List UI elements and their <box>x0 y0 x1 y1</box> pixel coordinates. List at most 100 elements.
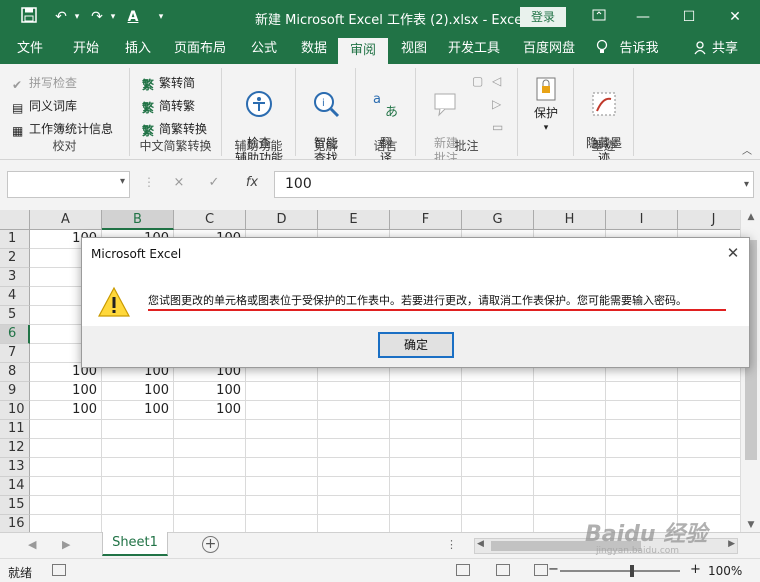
cell-f13[interactable] <box>390 458 462 477</box>
zoom-slider[interactable] <box>560 570 680 572</box>
row-header-8[interactable]: 8 <box>0 363 30 382</box>
redo-dropdown-icon[interactable]: ▾ <box>102 7 124 27</box>
column-header-e[interactable]: E <box>318 210 390 230</box>
column-header-b[interactable]: B <box>102 210 174 230</box>
cell-h10[interactable] <box>534 401 606 420</box>
cell-b12[interactable] <box>102 439 174 458</box>
undo-dropdown-icon[interactable]: ▾ <box>66 7 88 27</box>
cell-a9[interactable]: 100 <box>30 382 102 401</box>
cell-g15[interactable] <box>462 496 534 515</box>
sheet-prev-icon[interactable]: ◀ <box>28 538 36 551</box>
previous-comment-icon[interactable]: ◁ <box>492 74 501 88</box>
cell-e12[interactable] <box>318 439 390 458</box>
delete-comment-icon[interactable]: ▢ <box>472 74 483 88</box>
trad-to-simp-button[interactable]: 繁繁转简 <box>142 74 195 92</box>
cell-d15[interactable] <box>246 496 318 515</box>
row-header-10[interactable]: 10 <box>0 401 30 420</box>
customize-toolbar-icon[interactable]: ▾ <box>150 7 172 27</box>
row-header-3[interactable]: 3 <box>0 268 30 287</box>
row-header-6[interactable]: 6 <box>0 325 30 344</box>
row-header-14[interactable]: 14 <box>0 477 30 496</box>
cell-a10[interactable]: 100 <box>30 401 102 420</box>
cell-a14[interactable] <box>30 477 102 496</box>
select-all-corner[interactable] <box>0 210 30 230</box>
cancel-icon[interactable]: × <box>170 175 188 190</box>
spell-check-button[interactable]: ✔ 拼写检查 <box>12 74 77 92</box>
macro-record-icon[interactable] <box>52 564 66 576</box>
row-header-13[interactable]: 13 <box>0 458 30 477</box>
cell-h13[interactable] <box>534 458 606 477</box>
cell-d9[interactable] <box>246 382 318 401</box>
next-comment-icon[interactable]: ▷ <box>492 97 501 111</box>
simp-to-trad-button[interactable]: 繁简转繁 <box>142 97 195 115</box>
cell-f14[interactable] <box>390 477 462 496</box>
cell-c11[interactable] <box>174 420 246 439</box>
workbook-stats-button[interactable]: ▦ 工作簿统计信息 <box>12 120 113 138</box>
cell-i13[interactable] <box>606 458 678 477</box>
tab-developer[interactable]: 开发工具 <box>444 34 504 64</box>
dialog-close-icon[interactable]: ✕ <box>723 243 743 263</box>
row-header-7[interactable]: 7 <box>0 344 30 363</box>
tab-review[interactable]: 审阅 <box>338 38 388 64</box>
tab-data[interactable]: 数据 <box>292 34 336 64</box>
conversion-button[interactable]: 繁简繁转换 <box>142 120 207 138</box>
cell-b9[interactable]: 100 <box>102 382 174 401</box>
cell-g13[interactable] <box>462 458 534 477</box>
cell-h11[interactable] <box>534 420 606 439</box>
cell-e15[interactable] <box>318 496 390 515</box>
row-header-15[interactable]: 15 <box>0 496 30 515</box>
row-header-11[interactable]: 11 <box>0 420 30 439</box>
cell-a13[interactable] <box>30 458 102 477</box>
cell-c14[interactable] <box>174 477 246 496</box>
cell-f12[interactable] <box>390 439 462 458</box>
scroll-right-icon[interactable]: ▶ <box>728 539 735 549</box>
column-header-d[interactable]: D <box>246 210 318 230</box>
thesaurus-button[interactable]: ▤ 同义词库 <box>12 97 77 115</box>
row-header-9[interactable]: 9 <box>0 382 30 401</box>
formula-input[interactable]: 100 ▾ <box>274 171 754 198</box>
sheet-next-icon[interactable]: ▶ <box>62 538 70 551</box>
share-button[interactable]: 共享 <box>708 34 742 64</box>
insert-function-icon[interactable]: fx <box>243 175 261 190</box>
ribbon-display-options-icon[interactable] <box>582 4 616 30</box>
tab-insert[interactable]: 插入 <box>116 34 160 64</box>
cell-e10[interactable] <box>318 401 390 420</box>
tab-baidu-netdisk[interactable]: 百度网盘 <box>516 34 582 64</box>
row-header-4[interactable]: 4 <box>0 287 30 306</box>
cell-g12[interactable] <box>462 439 534 458</box>
cell-g10[interactable] <box>462 401 534 420</box>
cell-a12[interactable] <box>30 439 102 458</box>
tab-formulas[interactable]: 公式 <box>242 34 286 64</box>
column-header-f[interactable]: F <box>390 210 462 230</box>
cell-e9[interactable] <box>318 382 390 401</box>
cell-c9[interactable]: 100 <box>174 382 246 401</box>
zoom-in-icon[interactable]: + <box>690 562 701 577</box>
expand-formula-bar-icon[interactable]: ▾ <box>744 172 749 197</box>
column-header-i[interactable]: I <box>606 210 678 230</box>
cell-f10[interactable] <box>390 401 462 420</box>
cell-a15[interactable] <box>30 496 102 515</box>
scroll-up-icon[interactable]: ▲ <box>741 212 760 222</box>
cell-b11[interactable] <box>102 420 174 439</box>
cell-d14[interactable] <box>246 477 318 496</box>
sheet-tab-sheet1[interactable]: Sheet1 <box>102 532 168 556</box>
font-color-icon[interactable]: A <box>122 7 144 27</box>
scroll-left-icon[interactable]: ◀ <box>477 539 484 549</box>
name-box-dropdown-icon[interactable]: ▾ <box>120 176 125 187</box>
tab-page-layout[interactable]: 页面布局 <box>168 34 232 64</box>
login-button[interactable]: 登录 <box>520 7 566 27</box>
cell-d10[interactable] <box>246 401 318 420</box>
cell-i15[interactable] <box>606 496 678 515</box>
cell-g11[interactable] <box>462 420 534 439</box>
cell-d13[interactable] <box>246 458 318 477</box>
name-box[interactable]: ▾ <box>7 171 130 198</box>
page-break-view-icon[interactable] <box>534 564 548 576</box>
cell-c13[interactable] <box>174 458 246 477</box>
collapse-ribbon-icon[interactable]: ︿ <box>742 142 752 157</box>
cell-i12[interactable] <box>606 439 678 458</box>
cell-h9[interactable] <box>534 382 606 401</box>
show-comments-icon[interactable]: ▭ <box>492 120 503 134</box>
cell-e13[interactable] <box>318 458 390 477</box>
column-header-h[interactable]: H <box>534 210 606 230</box>
ok-button[interactable]: 确定 <box>378 332 454 358</box>
